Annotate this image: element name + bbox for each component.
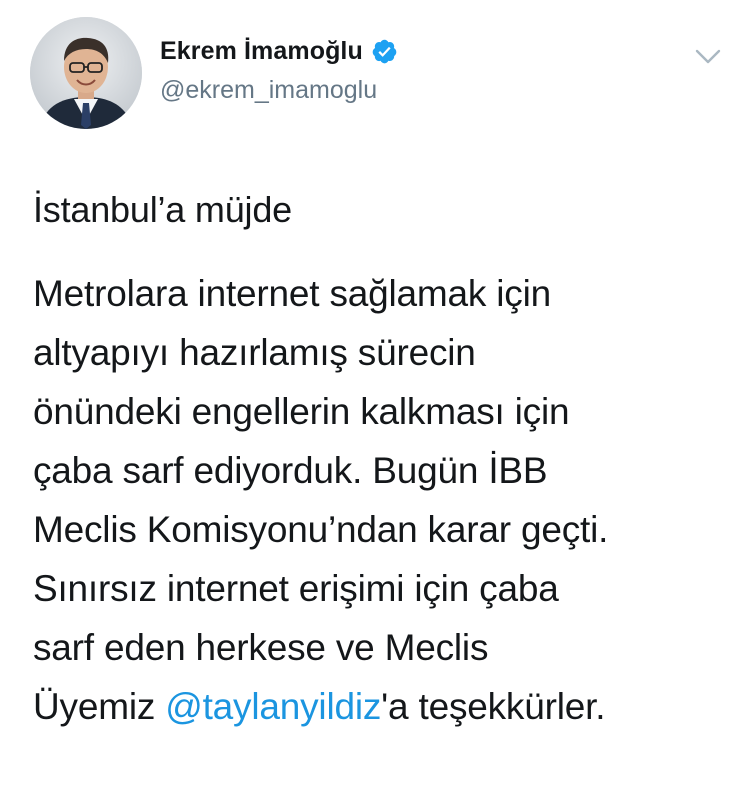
profile-photo-icon [30, 17, 142, 129]
tweet-line: Sınırsız internet erişimi için çaba [33, 568, 559, 609]
verified-badge-icon [371, 38, 398, 65]
tweet-line: sarf eden herkese ve Meclis [33, 627, 489, 668]
tweet-line: Metrolara internet sağlamak için [33, 273, 551, 314]
author-display-name[interactable]: Ekrem İmamoğlu [160, 37, 363, 66]
chevron-down-icon[interactable] [693, 46, 723, 68]
tweet-card: Ekrem İmamoğlu @ekrem_imamoglu İstanbul’… [0, 0, 732, 803]
tweet-line-suffix: 'a teşekkürler. [381, 686, 606, 727]
avatar[interactable] [30, 17, 142, 129]
tweet-headline: İstanbul’a müjde [33, 189, 292, 230]
tweet-body: Metrolara internet sağlamak için altyapı… [33, 264, 723, 736]
tweet-line-prefix: Üyemiz [33, 686, 166, 727]
mention-link[interactable]: @taylanyildiz [165, 686, 381, 727]
tweet-line: altyapıyı hazırlamış sürecin [33, 332, 476, 373]
tweet-line: önündeki engellerin kalkması için [33, 391, 570, 432]
author-name-row: Ekrem İmamoğlu [160, 33, 398, 69]
tweet-line: çaba sarf ediyorduk. Bugün İBB [33, 450, 548, 491]
tweet-line-last: Üyemiz @taylanyildiz'a teşekkürler. [33, 677, 723, 736]
author-handle[interactable]: @ekrem_imamoglu [160, 76, 377, 105]
tweet-line: Meclis Komisyonu’ndan karar geçti. [33, 509, 609, 550]
tweet-text: İstanbul’a müjde Metrolara internet sağl… [33, 180, 723, 736]
